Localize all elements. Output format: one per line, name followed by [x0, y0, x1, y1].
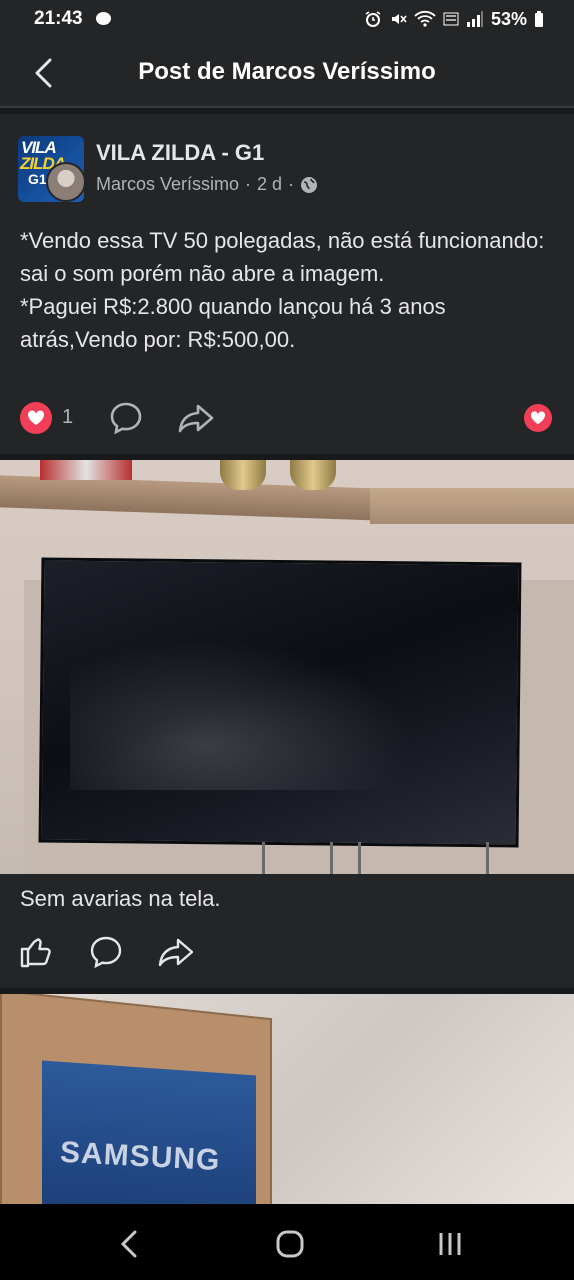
- chat-icon: [96, 12, 111, 25]
- nav-recent-apps-icon[interactable]: [430, 1224, 470, 1264]
- author-name[interactable]: Marcos Veríssimo: [96, 174, 239, 195]
- status-icons: 53%: [364, 7, 544, 31]
- system-nav-bar: [0, 1204, 574, 1280]
- page-title: Post de Marcos Veríssimo: [138, 58, 436, 85]
- wifi-icon: [414, 10, 436, 27]
- app-header: Post de Marcos Veríssimo: [0, 38, 574, 108]
- comment-icon[interactable]: [88, 934, 124, 970]
- share-icon[interactable]: [156, 934, 196, 970]
- decor-vase: [290, 460, 336, 490]
- like-icon[interactable]: [18, 934, 54, 970]
- post-card: VILA ZILDA G1 VILA ZILDA - G1 Marcos Ver…: [0, 114, 574, 454]
- love-reaction-icon[interactable]: [20, 402, 52, 434]
- photo-caption: Sem avarias na tela.: [20, 886, 221, 911]
- meta-separator: ·: [245, 174, 252, 194]
- decor-vase: [220, 460, 266, 490]
- nav-home-icon[interactable]: [270, 1224, 310, 1264]
- author-avatar[interactable]: [46, 162, 86, 202]
- post-photo-box[interactable]: SAMSUNG: [0, 994, 574, 1204]
- share-icon[interactable]: [176, 400, 216, 436]
- battery-percent: 53%: [490, 8, 527, 29]
- post-meta: Marcos Veríssimo · 2 d ·: [96, 174, 318, 195]
- photo-caption-card: Sem avarias na tela.: [0, 874, 574, 988]
- reaction-count[interactable]: 1: [62, 406, 73, 429]
- mute-icon: [391, 14, 407, 24]
- post-time[interactable]: 2 d: [257, 174, 282, 195]
- volte-icon: [443, 12, 459, 26]
- status-bar: 21:43 53%: [0, 0, 574, 38]
- post-text: *Vendo essa TV 50 polegadas, não está fu…: [20, 228, 545, 352]
- post-actions: 1: [0, 396, 574, 440]
- globe-icon: [301, 176, 318, 193]
- meta-separator: ·: [288, 174, 295, 194]
- decor-box: [40, 460, 132, 480]
- battery-icon: [535, 11, 543, 27]
- alarm-icon: [365, 11, 381, 27]
- post-photo-tv[interactable]: [0, 460, 574, 874]
- status-time: 21:43: [34, 8, 83, 29]
- nav-back-icon[interactable]: [110, 1224, 150, 1264]
- comment-icon[interactable]: [108, 400, 144, 436]
- signal-icon: [466, 11, 483, 27]
- group-avatar-line-3: G1: [28, 171, 47, 187]
- group-name[interactable]: VILA ZILDA - G1: [96, 140, 264, 166]
- heart-reaction-icon[interactable]: [524, 404, 552, 432]
